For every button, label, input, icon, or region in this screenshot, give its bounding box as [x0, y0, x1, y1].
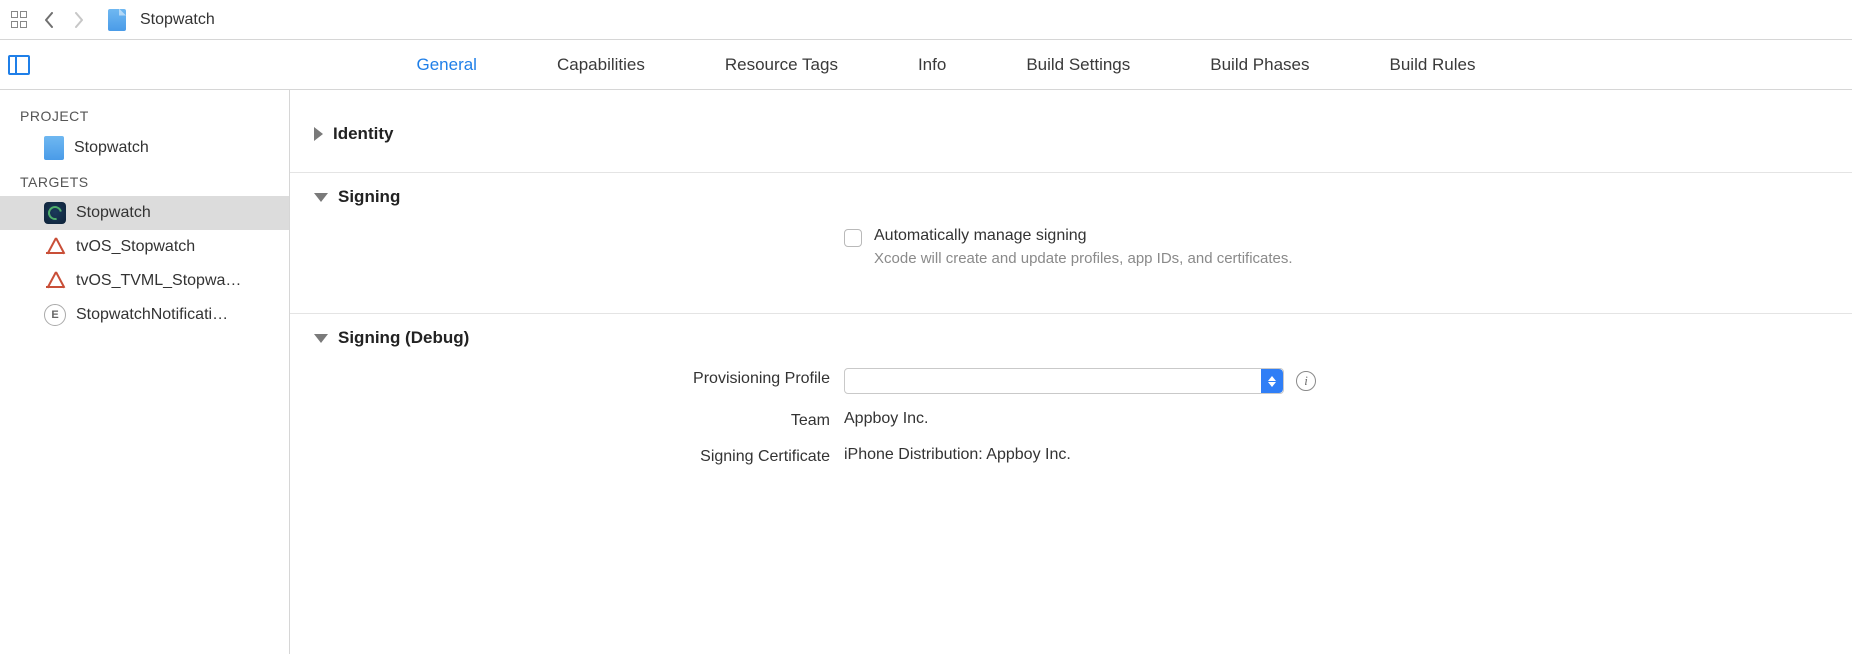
signing-cert-label: Signing Certificate	[330, 446, 830, 466]
breadcrumb-title[interactable]: Stopwatch	[140, 11, 215, 29]
editor-header: General Capabilities Resource Tags Info …	[0, 40, 1852, 90]
tab-general[interactable]: General	[416, 55, 476, 75]
sidebar-project-item[interactable]: Stopwatch	[0, 130, 289, 166]
tab-build-phases[interactable]: Build Phases	[1210, 55, 1309, 75]
section-identity: Identity	[290, 110, 1852, 173]
section-header-signing-debug[interactable]: Signing (Debug)	[290, 328, 1852, 358]
tab-capabilities[interactable]: Capabilities	[557, 55, 645, 75]
editor-tabs: General Capabilities Resource Tags Info …	[40, 40, 1852, 89]
sidebar-item-label: Stopwatch	[74, 139, 149, 157]
team-label: Team	[330, 410, 830, 430]
disclosure-right-icon	[314, 127, 323, 141]
signing-cert-value: iPhone Distribution: Appboy Inc.	[844, 446, 1071, 464]
select-knob-icon	[1261, 369, 1283, 393]
provisioning-profile-label: Provisioning Profile	[330, 368, 830, 388]
sidebar-item-label: StopwatchNotificati…	[76, 306, 228, 324]
sidebar-toggle-icon[interactable]	[8, 55, 30, 75]
sidebar-target-tvos-tvml[interactable]: tvOS_TVML_Stopwa…	[0, 264, 289, 298]
auto-signing-help: Xcode will create and update profiles, a…	[874, 249, 1293, 269]
nav-forward-button[interactable]	[68, 7, 90, 33]
tvos-app-icon	[44, 236, 66, 258]
sidebar-item-label: Stopwatch	[76, 204, 151, 222]
tab-build-rules[interactable]: Build Rules	[1390, 55, 1476, 75]
sidebar-item-label: tvOS_TVML_Stopwa…	[76, 272, 241, 290]
provisioning-profile-select[interactable]	[844, 368, 1284, 394]
sidebar-item-label: tvOS_Stopwatch	[76, 238, 195, 256]
tab-build-settings[interactable]: Build Settings	[1026, 55, 1130, 75]
section-header-signing[interactable]: Signing	[290, 187, 1852, 217]
extension-icon: E	[44, 304, 66, 326]
disclosure-down-icon	[314, 193, 328, 202]
team-value: Appboy Inc.	[844, 410, 929, 428]
targets-section-label: TARGETS	[0, 166, 289, 196]
tvos-app-icon	[44, 270, 66, 292]
app-icon	[44, 202, 66, 224]
project-icon	[44, 136, 64, 160]
info-icon[interactable]: i	[1296, 371, 1316, 391]
nav-back-button[interactable]	[38, 7, 60, 33]
tab-info[interactable]: Info	[918, 55, 946, 75]
related-items-icon[interactable]	[10, 10, 30, 30]
section-title: Signing	[338, 187, 400, 207]
sidebar-target-notification-ext[interactable]: E StopwatchNotificati…	[0, 298, 289, 332]
sidebar-target-tvos-stopwatch[interactable]: tvOS_Stopwatch	[0, 230, 289, 264]
section-signing: Signing Automatically manage signing Xco…	[290, 173, 1852, 314]
project-file-icon	[108, 9, 126, 31]
disclosure-down-icon	[314, 334, 328, 343]
section-header-identity[interactable]: Identity	[290, 124, 1852, 154]
targets-sidebar: PROJECT Stopwatch TARGETS Stopwatch tvOS…	[0, 90, 290, 654]
breadcrumb-bar: Stopwatch	[0, 0, 1852, 40]
editor-content: Identity Signing Automatically manage si…	[290, 90, 1852, 654]
auto-signing-label: Automatically manage signing	[874, 227, 1293, 245]
section-signing-debug: Signing (Debug) Provisioning Profile i T…	[290, 314, 1852, 510]
tab-resource-tags[interactable]: Resource Tags	[725, 55, 838, 75]
sidebar-target-stopwatch[interactable]: Stopwatch	[0, 196, 289, 230]
auto-signing-checkbox[interactable]	[844, 229, 862, 247]
section-title: Identity	[333, 124, 393, 144]
section-title: Signing (Debug)	[338, 328, 469, 348]
project-section-label: PROJECT	[0, 100, 289, 130]
